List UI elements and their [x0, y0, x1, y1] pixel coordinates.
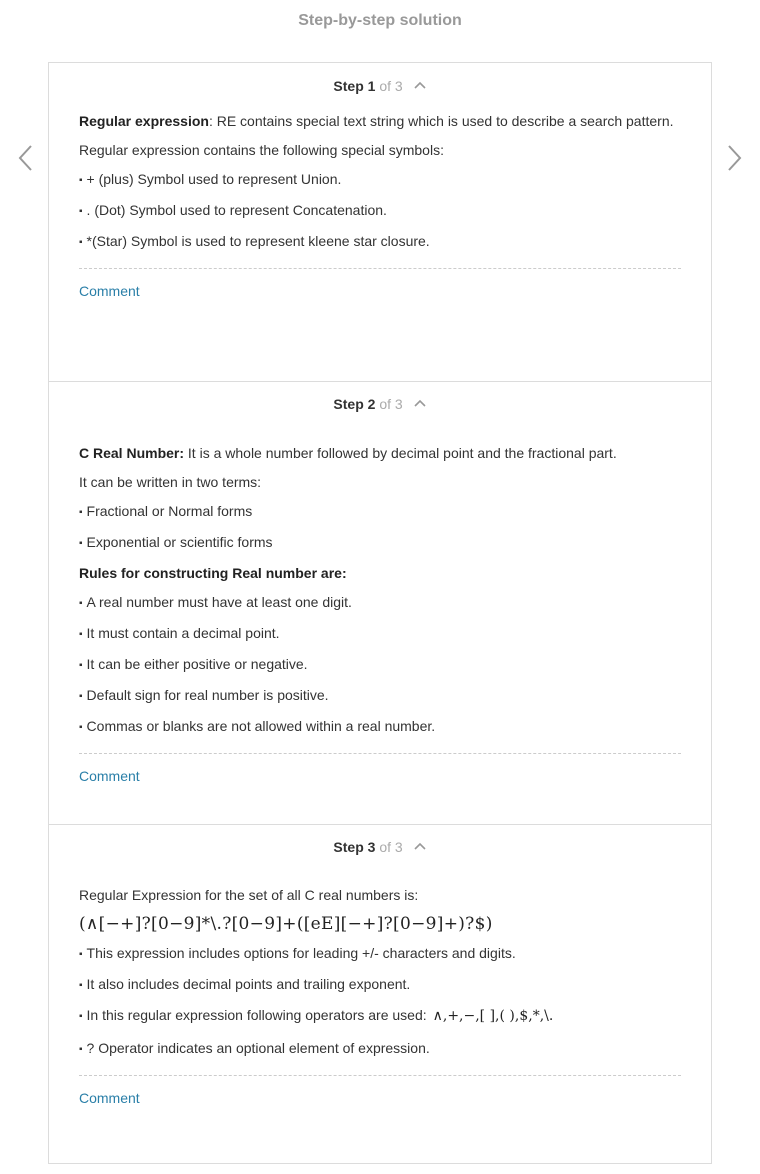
bullet-item: This expression includes options for lea… — [79, 943, 681, 965]
step-divider — [79, 1075, 681, 1076]
bullet-text: In this regular expression following ope… — [86, 1007, 427, 1023]
collapse-step-button[interactable] — [413, 838, 427, 850]
bullet-text: + (plus) Symbol used to represent Union. — [86, 171, 342, 187]
operators-formula: ∧,+,−,[ ],( ),$,*,\. — [432, 1008, 554, 1024]
paragraph: C Real Number: It is a whole number foll… — [79, 443, 681, 463]
paragraph: Regular expression: RE contains special … — [79, 111, 681, 131]
comment-link[interactable]: Comment — [79, 283, 140, 299]
bullet-text: It also includes decimal points and trai… — [86, 976, 411, 992]
step-header: Step 1 of 3 — [79, 63, 681, 111]
bullet-text: ? Operator indicates an optional element… — [86, 1040, 430, 1056]
steps-container: Step 1 of 3 Regular expression: RE conta… — [48, 62, 712, 1164]
step-label: Step 2 — [333, 396, 376, 412]
bullet-item: A real number must have at least one dig… — [79, 592, 681, 614]
step-body: C Real Number: It is a whole number foll… — [79, 430, 681, 738]
step-label: Step 1 — [333, 78, 376, 94]
step-label: Step 3 — [333, 839, 376, 855]
bold-heading: Rules for constructing Real number are: — [79, 565, 347, 581]
paragraph: Regular Expression for the set of all C … — [79, 887, 419, 903]
chevron-right-icon — [728, 145, 742, 171]
bullet-item: Fractional or Normal forms — [79, 501, 681, 523]
paragraph: It can be written in two terms: — [79, 474, 262, 490]
next-solution-button[interactable] — [722, 140, 746, 176]
collapse-step-button[interactable] — [413, 395, 427, 407]
bullet-item: + (plus) Symbol used to represent Union. — [79, 169, 681, 191]
bullet-text: A real number must have at least one dig… — [86, 594, 352, 610]
step-header: Step 3 of 3 — [79, 825, 681, 873]
step-count: of 3 — [379, 78, 403, 94]
step-3: Step 3 of 3 Regular Expression for the s… — [49, 824, 711, 1163]
step-2: Step 2 of 3 C Real Number: It is a whole… — [49, 381, 711, 824]
bullet-item: . (Dot) Symbol used to represent Concate… — [79, 200, 681, 222]
chevron-up-icon — [414, 399, 426, 407]
bullet-item: It also includes decimal points and trai… — [79, 974, 681, 996]
text: : RE contains special text string which … — [208, 113, 674, 129]
bold-term: C Real Number: — [79, 445, 185, 461]
bullet-text: Commas or blanks are not allowed within … — [86, 718, 436, 734]
bullet-text: Fractional or Normal forms — [86, 503, 253, 519]
chevron-up-icon — [414, 842, 426, 850]
collapse-step-button[interactable] — [413, 77, 427, 89]
comment-link[interactable]: Comment — [79, 768, 140, 784]
chevron-left-icon — [18, 145, 32, 171]
bullet-text: It can be either positive or negative. — [86, 656, 308, 672]
bullet-item: It can be either positive or negative. — [79, 654, 681, 676]
regex-formula: (∧[−+]?[0−9]*\.?[0−9]+([eE][−+]?[0−9]+)?… — [79, 914, 493, 934]
bullet-text: Exponential or scientific forms — [86, 534, 273, 550]
step-header: Step 2 of 3 — [79, 382, 681, 430]
bullet-item: In this regular expression following ope… — [79, 1005, 681, 1027]
paragraph: Regular expression contains the followin… — [79, 142, 444, 158]
bullet-text: . (Dot) Symbol used to represent Concate… — [86, 202, 387, 218]
bullet-text: *(Star) Symbol is used to represent klee… — [86, 233, 430, 249]
bullet-item: Exponential or scientific forms — [79, 532, 681, 554]
step-count: of 3 — [379, 839, 403, 855]
chevron-up-icon — [414, 81, 426, 89]
bullet-item: Default sign for real number is positive… — [79, 685, 681, 707]
paragraph: Rules for constructing Real number are: — [79, 563, 681, 583]
bullet-item: ? Operator indicates an optional element… — [79, 1038, 681, 1060]
bullet-item: *(Star) Symbol is used to represent klee… — [79, 231, 681, 253]
bullet-text: This expression includes options for lea… — [86, 945, 516, 961]
bullet-text: It must contain a decimal point. — [86, 625, 280, 641]
comment-link[interactable]: Comment — [79, 1090, 140, 1106]
text: It is a whole number followed by decimal… — [184, 445, 617, 461]
bullet-text: Default sign for real number is positive… — [86, 687, 329, 703]
step-divider — [79, 268, 681, 269]
previous-solution-button[interactable] — [14, 140, 38, 176]
step-body: Regular Expression for the set of all C … — [79, 873, 681, 1060]
step-1: Step 1 of 3 Regular expression: RE conta… — [49, 63, 711, 381]
step-body: Regular expression: RE contains special … — [79, 111, 681, 253]
step-count: of 3 — [379, 396, 403, 412]
bullet-item: It must contain a decimal point. — [79, 623, 681, 645]
page-title: Step-by-step solution — [298, 12, 462, 29]
step-divider — [79, 753, 681, 754]
bold-term: Regular expression — [79, 113, 209, 129]
bullet-item: Commas or blanks are not allowed within … — [79, 716, 681, 738]
